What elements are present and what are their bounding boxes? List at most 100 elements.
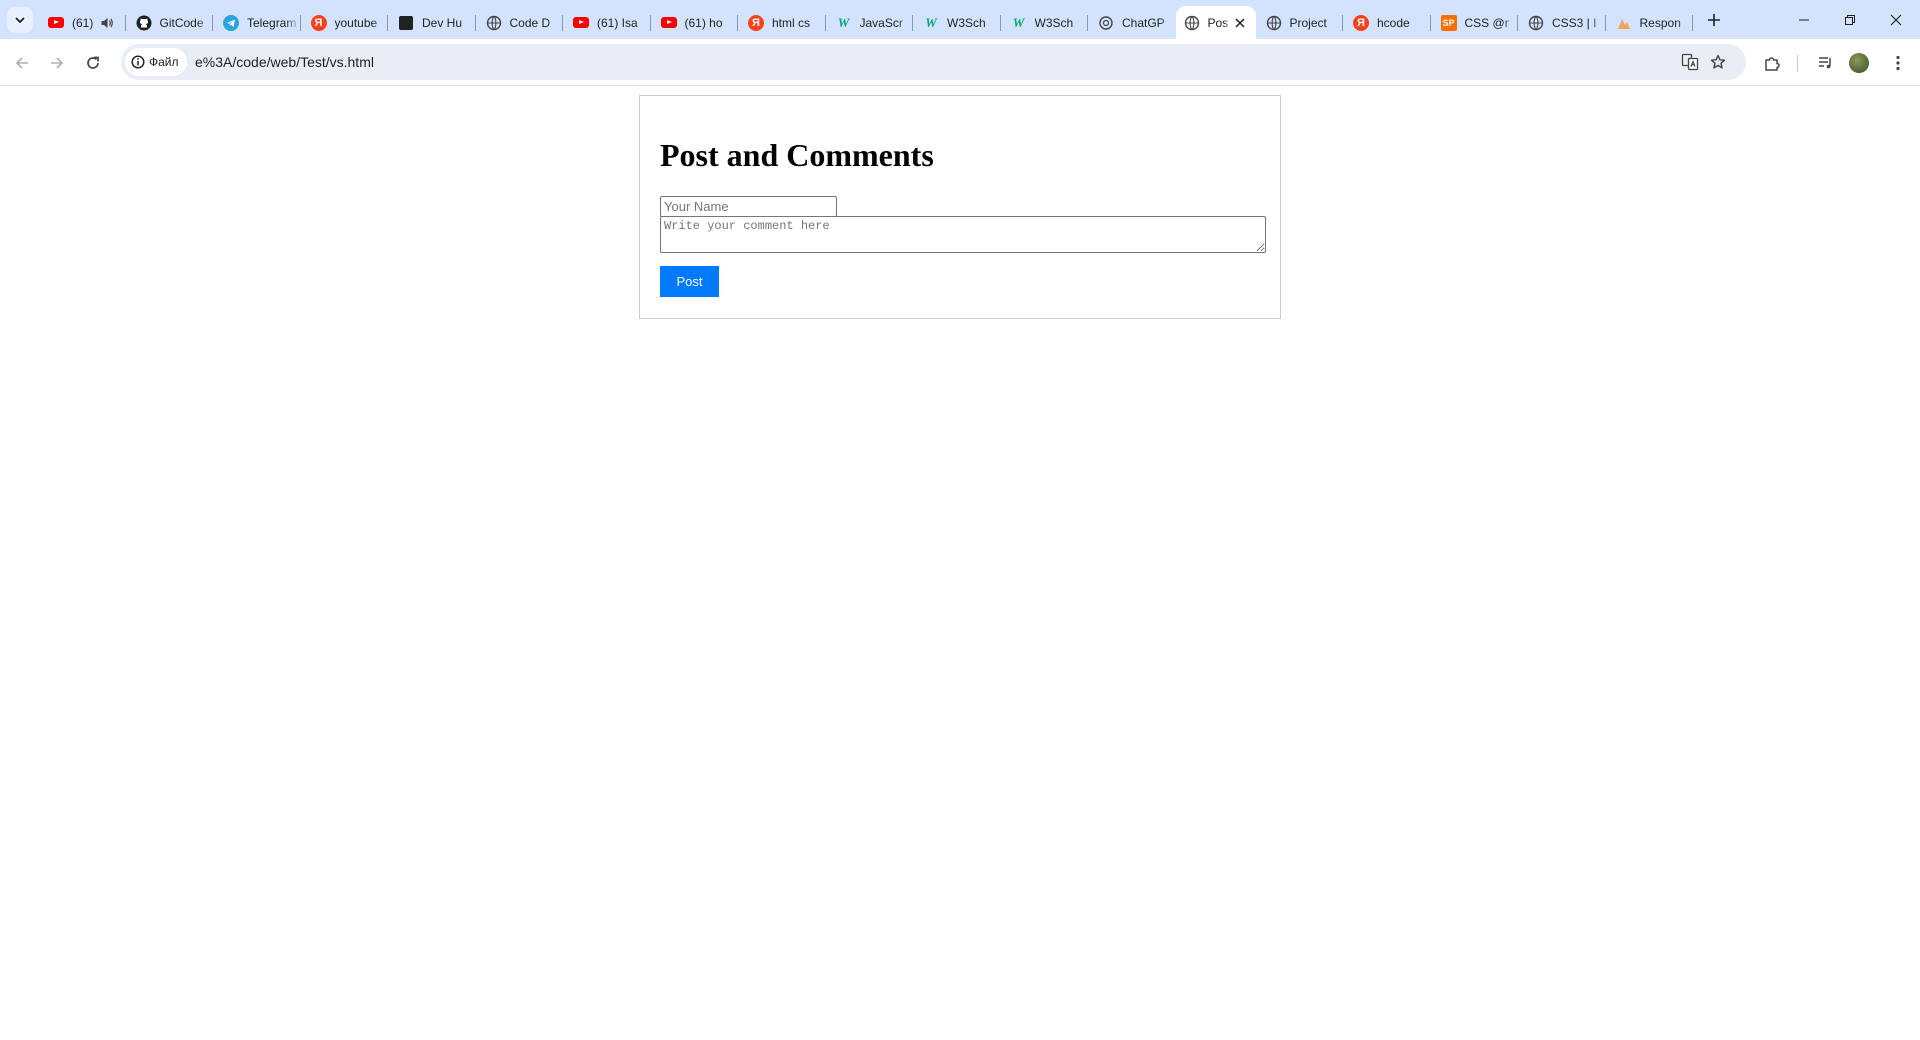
- kebab-menu-icon: [1896, 55, 1900, 71]
- toolbar-divider: [1797, 55, 1798, 71]
- tab[interactable]: (61) ho: [651, 6, 738, 39]
- tab-title: youtube: [334, 15, 378, 30]
- tab[interactable]: Project: [1256, 6, 1343, 39]
- tab-title: Telegram: [247, 15, 297, 30]
- minimize-icon: [1799, 19, 1809, 20]
- tab-title: CSS3 | I: [1552, 15, 1597, 30]
- tab-title: (61) ho: [684, 15, 723, 30]
- reload-icon: [87, 56, 99, 69]
- telegram-icon: [223, 14, 239, 31]
- youtube-icon: [48, 15, 64, 31]
- close-icon: [1234, 17, 1245, 28]
- youtube-icon: [573, 15, 589, 31]
- tab-title: Respon: [1639, 15, 1681, 30]
- youtube-icon: [660, 15, 677, 31]
- tab[interactable]: (61) Isa: [563, 6, 651, 39]
- tab-title: GitCode: [159, 15, 204, 30]
- page-title: Post and Comments: [660, 137, 934, 173]
- tab[interactable]: W JavaScr: [826, 6, 913, 39]
- extensions-button[interactable]: [1758, 49, 1786, 77]
- globe-icon: [1184, 15, 1200, 31]
- minimize-button[interactable]: [1781, 0, 1827, 39]
- tab[interactable]: Telegram: [213, 6, 301, 39]
- tab[interactable]: Code D: [476, 6, 563, 39]
- post-button[interactable]: Post: [660, 266, 719, 297]
- tab-active[interactable]: Pos: [1175, 6, 1256, 39]
- sitepoint-icon: SP: [1440, 14, 1457, 31]
- tab-list: (61) GitCode Telegram Яyoutube Dev Hu Code D (…: [38, 6, 1693, 39]
- profile-avatar[interactable]: [1849, 53, 1869, 73]
- tab-title: hcode: [1377, 15, 1410, 30]
- tab[interactable]: Dev Hu: [388, 6, 476, 39]
- tab[interactable]: ChatGP: [1088, 6, 1176, 39]
- site-info-label: Файл: [149, 55, 179, 69]
- restore-button[interactable]: [1827, 0, 1873, 39]
- w3schools-icon: W: [1012, 14, 1025, 30]
- tab-title: CSS @r: [1464, 15, 1509, 30]
- tab-title: Project: [1289, 15, 1327, 30]
- tab[interactable]: W W3Sch: [1001, 6, 1088, 39]
- url-text[interactable]: e%3A/code/web/Test/vs.html: [195, 44, 374, 80]
- openai-icon: [1098, 15, 1114, 31]
- puzzle-icon: [1765, 57, 1780, 71]
- sketch-icon: [1616, 15, 1632, 31]
- yandex-icon: Я: [748, 14, 764, 31]
- tab[interactable]: (61): [38, 6, 126, 39]
- post-card: Post and Comments Post: [639, 95, 1281, 319]
- translate-icon: [1681, 53, 1699, 71]
- tab-title: ChatGP: [1122, 15, 1165, 30]
- globe-icon: [1266, 15, 1282, 31]
- playlist-icon: [1819, 57, 1831, 69]
- site-info-chip[interactable]: Файл: [125, 48, 187, 76]
- tab-strip: (61) GitCode Telegram Яyoutube Dev Hu Code D (…: [0, 0, 1920, 39]
- plus-icon: [1708, 14, 1720, 26]
- tab[interactable]: Respon: [1606, 6, 1693, 39]
- tab-title: W3Sch: [1034, 15, 1074, 30]
- browser-toolbar: Файл e%3A/code/web/Test/vs.html: [0, 39, 1920, 86]
- tab[interactable]: GitCode: [126, 6, 213, 39]
- star-icon: [1710, 54, 1726, 69]
- globe-icon: [486, 15, 502, 31]
- chevron-down-icon: [15, 17, 25, 24]
- w3schools-icon: W: [925, 14, 937, 30]
- comment-input[interactable]: [660, 216, 1266, 253]
- tab-title: html cs: [772, 15, 811, 30]
- globe-icon: [1528, 15, 1544, 31]
- info-icon: [131, 55, 145, 69]
- tab-separator: [1692, 15, 1693, 31]
- name-input[interactable]: [660, 196, 837, 217]
- tab-title: Code D: [509, 15, 551, 30]
- close-window-button[interactable]: [1873, 0, 1919, 39]
- tab-title: W3Sch: [947, 15, 986, 30]
- menu-button[interactable]: [1884, 49, 1912, 77]
- tab[interactable]: CSS3 | I: [1518, 6, 1606, 39]
- back-button[interactable]: [8, 49, 36, 77]
- tab[interactable]: Яhcode: [1343, 6, 1431, 39]
- tab-title: Dev Hu: [422, 15, 463, 30]
- tab-search-button[interactable]: [7, 7, 33, 33]
- tab-title: Pos: [1207, 15, 1229, 30]
- tab-title: (61) Isa: [597, 15, 638, 30]
- bookmark-button[interactable]: [1708, 52, 1728, 72]
- tab[interactable]: SP CSS @r: [1431, 6, 1518, 39]
- page-viewport: Post and Comments Post: [0, 86, 1920, 1040]
- restore-icon: [1845, 14, 1855, 25]
- close-tab-button[interactable]: [1232, 15, 1248, 31]
- github-icon: [136, 15, 152, 31]
- address-bar[interactable]: Файл e%3A/code/web/Test/vs.html: [121, 44, 1746, 80]
- tab[interactable]: Яhtml cs: [738, 6, 826, 39]
- close-icon: [1890, 14, 1902, 25]
- forward-button[interactable]: [43, 49, 71, 77]
- yandex-icon: Я: [1353, 14, 1369, 31]
- tab-title: JavaScr: [859, 15, 903, 30]
- translate-button[interactable]: [1680, 52, 1700, 72]
- new-tab-button[interactable]: [1702, 8, 1726, 32]
- arrow-left-icon: [15, 57, 28, 69]
- tab[interactable]: W W3Sch: [913, 6, 1001, 39]
- devhub-icon: [398, 15, 414, 31]
- media-controls-button[interactable]: [1812, 49, 1840, 77]
- speaker-icon[interactable]: [100, 16, 114, 30]
- yandex-icon: Я: [310, 14, 327, 31]
- tab[interactable]: Яyoutube: [301, 6, 388, 39]
- reload-button[interactable]: [79, 49, 107, 77]
